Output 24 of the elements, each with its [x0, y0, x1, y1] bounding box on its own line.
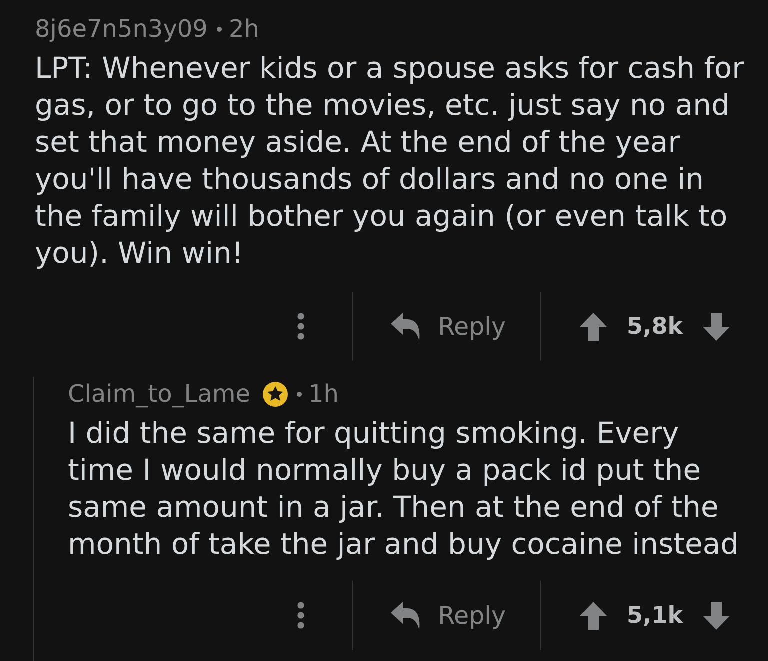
comment-age: 2h [228, 15, 260, 43]
vote-score: 5,8k [626, 314, 683, 340]
comment-text: LPT: Whenever kids or a spouse asks for cash for gas, or to go to the movies, etc. just say no and set that money aside. At the end of the year you'll have thousands of dollars and no one in the family will bother you again (or even talk to you). Win win! [35, 50, 746, 272]
comment-text: I did the same for quitting smoking. Every time I would normally buy a pack id put the same amount in a jar. Then at the end of the month of take the jar and buy cocaine instead [68, 415, 740, 563]
separator-dot-icon [296, 392, 302, 396]
upvote-button[interactable] [580, 312, 607, 340]
downvote-arrow-icon [703, 602, 730, 630]
reply-arrow-icon [391, 602, 422, 630]
vote-score: 5,1k [626, 602, 683, 628]
comment-age: 1h [308, 380, 339, 408]
reply-button[interactable]: Reply [353, 292, 540, 361]
upvote-button[interactable] [580, 602, 607, 630]
more-options-icon [297, 602, 306, 629]
upvote-arrow-icon [580, 602, 607, 630]
downvote-button[interactable] [703, 312, 730, 340]
comment-author[interactable]: Claim_to_Lame [68, 380, 250, 408]
downvote-button[interactable] [703, 602, 730, 630]
comment-author[interactable]: 8j6e7n5n3y09 [35, 15, 208, 43]
downvote-arrow-icon [703, 312, 730, 340]
reply-button[interactable]: Reply [353, 581, 540, 650]
reply-arrow-icon [391, 312, 422, 340]
more-options-icon [297, 313, 306, 340]
upvote-arrow-icon [580, 312, 607, 340]
separator-dot-icon [216, 26, 222, 32]
